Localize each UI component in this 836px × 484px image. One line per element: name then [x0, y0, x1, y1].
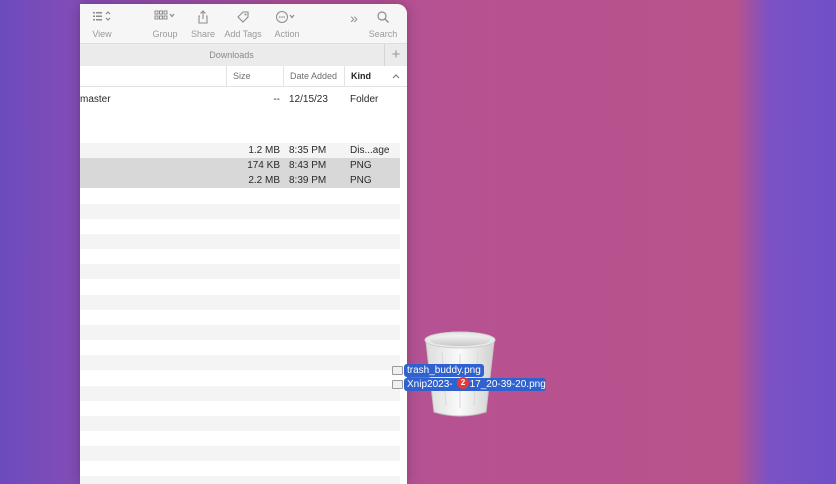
empty-row	[80, 325, 400, 340]
search-icon	[366, 10, 400, 26]
sort-chevron-up-icon[interactable]	[392, 66, 400, 86]
table-row[interactable]: 1.2 MB 8:35 PM Dis...age	[80, 143, 400, 158]
share-button[interactable]: Share	[188, 10, 218, 39]
empty-row	[80, 416, 400, 431]
file-kind: Folder	[350, 94, 379, 105]
file-date: 8:43 PM	[289, 160, 327, 171]
file-kind: Dis...age	[350, 145, 390, 156]
chevron-double-right-icon: »	[350, 10, 358, 26]
table-row	[80, 122, 400, 137]
file-size: --	[273, 94, 280, 105]
finder-window: View Group Share Add Tags Action » Searc…	[80, 4, 407, 484]
column-date-added[interactable]: Date Added	[283, 66, 344, 86]
drag-count-badge: 2	[457, 377, 469, 389]
column-size[interactable]: Size	[226, 66, 283, 86]
group-grid-icon	[146, 10, 184, 26]
add-tags-button[interactable]: Add Tags	[223, 10, 263, 39]
empty-row	[80, 234, 400, 249]
file-date: 12/15/23	[289, 94, 328, 105]
file-date: 8:35 PM	[289, 145, 327, 156]
empty-row	[80, 295, 400, 310]
file-kind: PNG	[350, 160, 372, 171]
view-button[interactable]: View	[82, 10, 122, 39]
empty-row	[80, 446, 400, 461]
file-kind: PNG	[350, 175, 372, 186]
new-tab-button[interactable]: +	[384, 44, 407, 66]
image-thumbnail-icon	[392, 366, 403, 375]
more-toolbar-button[interactable]: »	[344, 10, 364, 26]
tag-icon	[223, 10, 263, 26]
column-header: Size Date Added Kind	[80, 66, 407, 87]
file-size: 1.2 MB	[248, 145, 280, 156]
empty-row	[80, 476, 400, 484]
empty-row	[80, 355, 400, 370]
empty-row	[80, 386, 400, 401]
search-button[interactable]: Search	[366, 10, 400, 39]
ellipsis-circle-icon	[270, 10, 304, 26]
table-row	[80, 107, 400, 122]
file-date: 8:39 PM	[289, 175, 327, 186]
tab-downloads[interactable]: Downloads	[80, 44, 383, 66]
list-view-icon	[82, 10, 122, 26]
file-size: 174 KB	[247, 160, 280, 171]
file-name: master	[80, 94, 111, 105]
empty-row	[80, 264, 400, 279]
group-button[interactable]: Group	[146, 10, 184, 39]
empty-row	[80, 204, 400, 219]
share-icon	[188, 10, 218, 26]
finder-toolbar: View Group Share Add Tags Action » Searc…	[80, 4, 407, 43]
image-thumbnail-icon	[392, 380, 403, 389]
table-row-selected[interactable]: 2.2 MB 8:39 PM PNG	[80, 173, 400, 188]
action-button[interactable]: Action	[270, 10, 304, 39]
tab-bar: Downloads +	[80, 43, 407, 67]
table-row-selected[interactable]: 174 KB 8:43 PM PNG	[80, 158, 400, 173]
table-row[interactable]: master -- 12/15/23 Folder	[80, 92, 400, 107]
file-size: 2.2 MB	[248, 175, 280, 186]
